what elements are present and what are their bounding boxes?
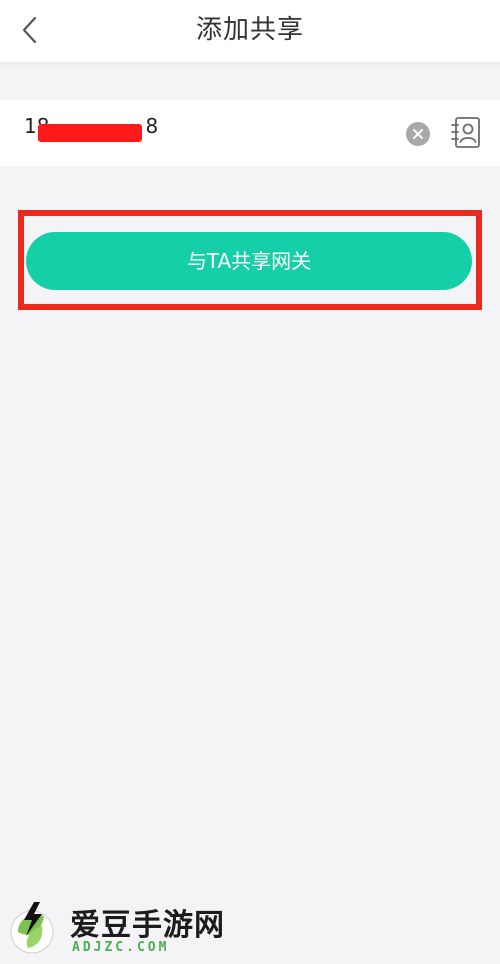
header-divider bbox=[0, 62, 500, 66]
watermark-url: ADJZC.COM bbox=[72, 940, 170, 955]
contact-book-icon bbox=[451, 117, 480, 148]
redaction-mark bbox=[38, 124, 142, 142]
brand-logo-icon bbox=[10, 902, 54, 954]
contact-picker-button[interactable] bbox=[450, 116, 482, 150]
clear-circle-icon bbox=[413, 129, 423, 139]
phone-value-end: 8 bbox=[145, 114, 159, 138]
watermark: 爱豆手游网 ADJZC.COM bbox=[8, 896, 268, 960]
page-title: 添加共享 bbox=[195, 15, 304, 45]
clear-input-button[interactable] bbox=[406, 122, 430, 146]
share-gateway-button[interactable]: 与TA共享网关 bbox=[26, 232, 472, 290]
watermark-brand: 爱豆手游网 bbox=[70, 908, 225, 943]
top-bar: 添加共享 bbox=[0, 0, 500, 62]
